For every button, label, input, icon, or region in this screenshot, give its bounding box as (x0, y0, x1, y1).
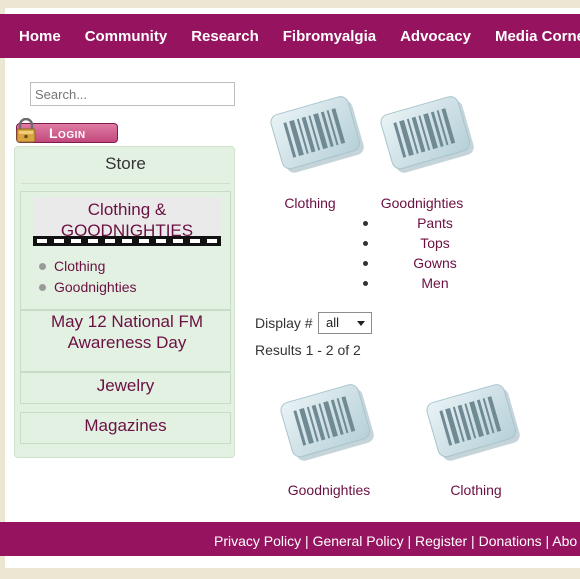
search-input[interactable] (30, 82, 235, 106)
store-panel: Store Clothing & GOODNIGHTIES Clothing G… (14, 146, 235, 458)
category-link-fm-awareness-day[interactable]: May 12 National FM Awareness Day (33, 311, 221, 353)
category-header: May 12 National FM Awareness Day (33, 311, 221, 363)
bottom-strip (5, 556, 580, 568)
footer: Privacy Policy | General Policy | Regist… (0, 522, 580, 556)
results-count: Results 1 - 2 of 2 (255, 342, 361, 358)
subcategory-gowns[interactable]: Gowns (363, 253, 470, 273)
category-clothing-goodnighties: Clothing & GOODNIGHTIES Clothing Goodnig… (20, 191, 231, 310)
film-strip-decoration (33, 236, 221, 246)
goodnighties-sublist: Pants Tops Gowns Men (363, 213, 470, 293)
footer-separator: | (301, 533, 313, 549)
footer-link-donations[interactable]: Donations (479, 533, 542, 549)
nav-community[interactable]: Community (85, 27, 168, 45)
subcategory-tops[interactable]: Tops (363, 233, 470, 253)
nav-media-corner[interactable]: Media Corner (495, 27, 580, 45)
barcode-icon[interactable] (270, 90, 366, 180)
nav-advocacy[interactable]: Advocacy (400, 27, 471, 45)
chevron-down-icon (357, 321, 365, 326)
barcode-icon[interactable] (380, 90, 476, 180)
barcode-icon[interactable] (426, 378, 522, 468)
footer-separator: | (541, 533, 553, 549)
sidebar-item-clothing[interactable]: Clothing (39, 256, 137, 277)
divider (21, 183, 230, 184)
nav-fibromyalgia[interactable]: Fibromyalgia (283, 27, 376, 45)
footer-separator: | (403, 533, 416, 549)
store-title: Store (105, 154, 146, 173)
category-sublist: Clothing Goodnighties (39, 256, 137, 298)
category-header: Clothing & GOODNIGHTIES (33, 197, 221, 246)
nav-home[interactable]: Home (19, 27, 61, 45)
sidebar-item-goodnighties[interactable]: Goodnighties (39, 277, 137, 298)
lock-icon (16, 118, 36, 143)
footer-separator: | (467, 533, 479, 549)
display-select[interactable]: all (318, 312, 372, 334)
footer-link-register[interactable]: Register (415, 533, 467, 549)
login-area: Login (14, 118, 118, 146)
category-link-magazines[interactable]: Magazines (21, 413, 230, 436)
page: Home Community Research Fibromyalgia Adv… (0, 0, 580, 579)
footer-link-privacy-policy[interactable]: Privacy Policy (214, 533, 301, 549)
product-link-goodnighties[interactable]: Goodnighties (274, 482, 384, 498)
category-fm-awareness-day: May 12 National FM Awareness Day (20, 310, 231, 372)
footer-link-general-policy[interactable]: General Policy (313, 533, 404, 549)
category-magazines: Magazines (20, 412, 231, 444)
category-jewelry: Jewelry (20, 372, 231, 404)
nav-research[interactable]: Research (191, 27, 259, 45)
subcategory-men[interactable]: Men (363, 273, 470, 293)
display-select-value: all (326, 315, 340, 330)
footer-links: Privacy Policy | General Policy | Regist… (214, 533, 577, 549)
category-link-jewelry[interactable]: Jewelry (21, 373, 230, 396)
category-link-clothing-goodnighties[interactable]: Clothing & GOODNIGHTIES (33, 197, 221, 241)
subcategory-pants[interactable]: Pants (363, 213, 470, 233)
product-link-clothing[interactable]: Clothing (436, 482, 516, 498)
display-label: Display # (255, 315, 313, 331)
footer-link-about[interactable]: Abo (552, 533, 577, 549)
barcode-icon[interactable] (280, 378, 376, 468)
top-nav: Home Community Research Fibromyalgia Adv… (0, 14, 580, 58)
product-link-goodnighties[interactable]: Goodnighties (370, 195, 474, 211)
product-link-clothing[interactable]: Clothing (270, 195, 350, 211)
